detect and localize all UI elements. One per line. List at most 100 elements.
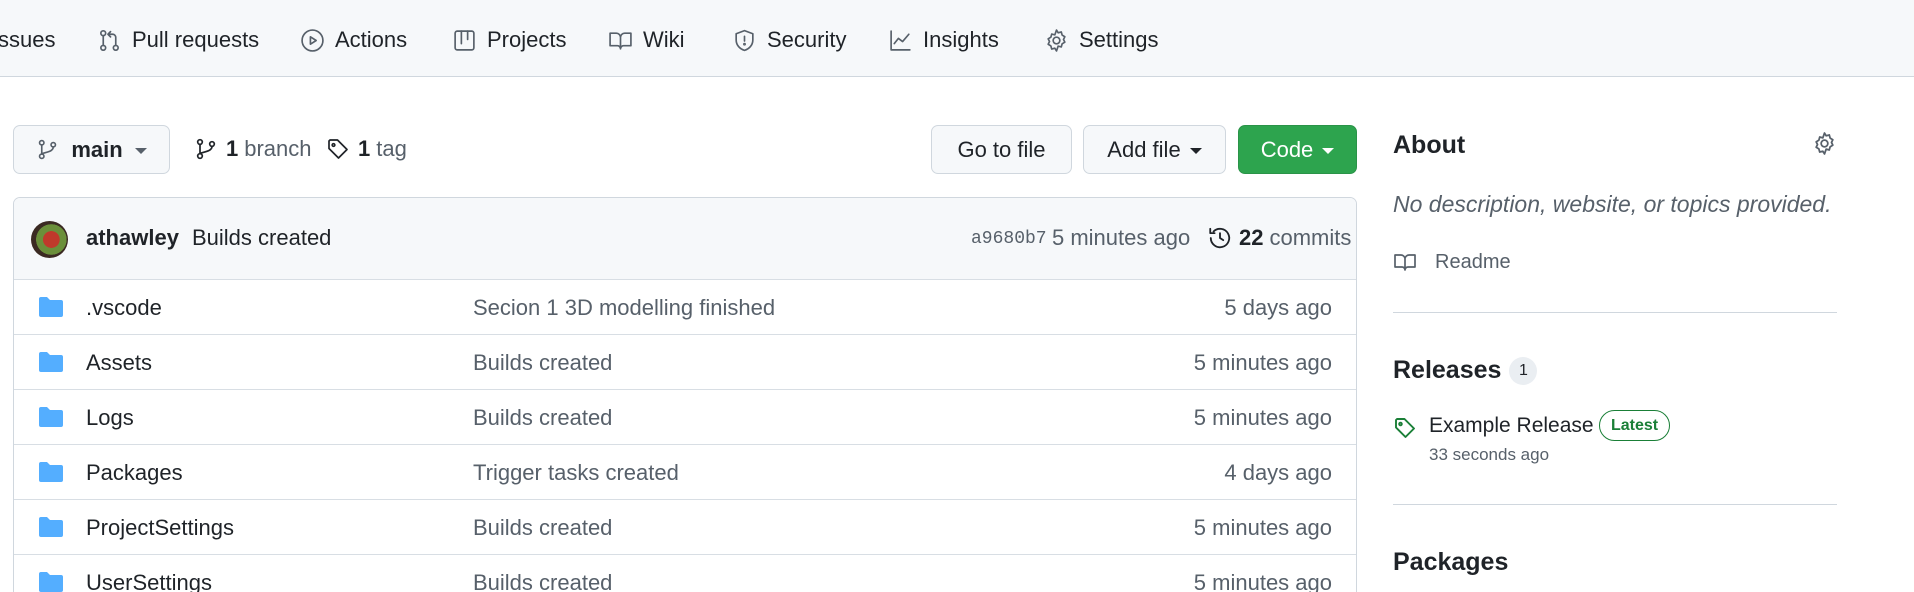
folder-icon [39, 407, 63, 427]
release-time: 33 seconds ago [1429, 445, 1550, 464]
book-icon [1394, 254, 1416, 271]
file-commit-message[interactable]: Builds created [473, 515, 612, 541]
commit-sha[interactable]: a9680b7 [971, 229, 1047, 249]
packages-heading[interactable]: Packages [1393, 548, 1508, 577]
about-heading: About [1393, 131, 1466, 159]
tag-count: 1 [358, 136, 371, 161]
releases-heading[interactable]: Releases 1 [1393, 356, 1538, 386]
latest-badge: Latest [1599, 410, 1671, 441]
branches-link[interactable]: 1 branch [194, 132, 312, 166]
graph-icon [890, 29, 911, 51]
book-icon [609, 31, 632, 50]
file-age: 5 days ago [1224, 295, 1332, 320]
chevron-down-icon [1189, 147, 1202, 154]
commits-link[interactable]: 22 commits [1207, 222, 1351, 254]
chevron-down-icon [1322, 147, 1335, 154]
file-age: 5 minutes ago [1193, 350, 1332, 375]
divider [1393, 504, 1837, 505]
add-file-label: Add file [1107, 136, 1181, 162]
folder-icon [39, 462, 63, 482]
about-description: No description, website, or topics provi… [1393, 191, 1832, 217]
table-row[interactable]: .vscode Secion 1 3D modelling finished 5… [14, 279, 1356, 334]
play-icon [301, 28, 324, 52]
branch-icon [39, 139, 57, 160]
tab-wiki[interactable]: Wiki [608, 20, 685, 60]
tab-security[interactable]: Security [732, 20, 846, 60]
tab-pull-requests[interactable]: Pull requests [97, 20, 259, 60]
tag-icon [328, 139, 348, 159]
tag-label: tag [376, 136, 407, 161]
file-commit-message[interactable]: Builds created [473, 405, 612, 431]
file-name[interactable]: Logs [86, 405, 134, 431]
branch-select-button[interactable]: main [13, 125, 170, 174]
file-age: 5 minutes ago [1193, 515, 1332, 540]
tag-icon [1395, 418, 1415, 438]
tags-link[interactable]: 1 tag [326, 132, 407, 166]
file-commit-message[interactable]: Secion 1 3D modelling finished [473, 295, 775, 321]
tab-actions-label: Actions [335, 27, 408, 52]
readme-label: Readme [1435, 250, 1511, 273]
file-name[interactable]: Packages [86, 460, 183, 486]
gear-icon[interactable] [1812, 131, 1837, 156]
tab-pull-requests-label: Pull requests [132, 27, 260, 52]
branch-label: branch [244, 136, 312, 161]
avatar[interactable] [31, 221, 68, 258]
table-row[interactable]: Logs Builds created 5 minutes ago [14, 389, 1356, 444]
table-row[interactable]: UserSettings Builds created 5 minutes ag… [14, 554, 1356, 592]
tab-projects[interactable]: Projects [452, 20, 566, 60]
file-age: 5 minutes ago [1193, 405, 1332, 430]
file-name[interactable]: ProjectSettings [86, 515, 234, 541]
table-row[interactable]: Packages Trigger tasks created 4 days ag… [14, 444, 1356, 499]
gear-icon [1047, 28, 1066, 52]
divider [1393, 312, 1837, 313]
add-file-button[interactable]: Add file [1083, 125, 1226, 174]
release-name[interactable]: Example Release [1429, 414, 1594, 438]
folder-icon [39, 352, 63, 372]
file-commit-message[interactable]: Builds created [473, 570, 612, 592]
tab-insights[interactable]: Insights [888, 20, 999, 60]
file-commit-message[interactable]: Builds created [473, 350, 612, 376]
commit-time: 5 minutes ago [1052, 225, 1191, 250]
commit-count: 22 [1239, 225, 1264, 250]
tab-projects-label: Projects [487, 27, 567, 52]
branch-icon [196, 138, 216, 160]
history-icon [1209, 227, 1231, 249]
file-age: 5 minutes ago [1193, 570, 1332, 592]
tab-settings-label: Settings [1079, 27, 1159, 52]
repo-nav-bar: ssues Pull requests Actions Projects Wik… [0, 0, 1914, 77]
pull-request-icon [100, 29, 119, 51]
releases-heading-label: Releases [1393, 356, 1502, 384]
readme-link[interactable]: Readme [1393, 248, 1511, 276]
code-label: Code [1260, 136, 1314, 162]
file-name[interactable]: UserSettings [86, 570, 212, 592]
commit-author[interactable]: athawley [86, 225, 179, 251]
chevron-down-icon [134, 147, 147, 154]
table-row[interactable]: ProjectSettings Builds created 5 minutes… [14, 499, 1356, 554]
file-age: 4 days ago [1224, 460, 1332, 485]
file-commit-message[interactable]: Trigger tasks created [473, 460, 679, 486]
folder-icon [39, 517, 63, 537]
tab-actions[interactable]: Actions [300, 20, 407, 60]
folder-icon [39, 297, 63, 317]
file-name[interactable]: Assets [86, 350, 152, 376]
releases-count: 1 [1509, 357, 1538, 386]
go-to-file-button[interactable]: Go to file [931, 125, 1072, 174]
shield-icon [735, 29, 754, 51]
tab-settings[interactable]: Settings [1044, 20, 1159, 60]
go-to-file-label: Go to file [957, 136, 1046, 162]
commit-message[interactable]: Builds created [192, 225, 331, 251]
tab-issues-label: ssues [0, 27, 56, 52]
branch-count: 1 [226, 136, 239, 161]
code-button[interactable]: Code [1238, 125, 1357, 174]
file-listing: athawley Builds created a9680b7 5 minute… [13, 197, 1357, 592]
branch-name: main [71, 136, 123, 162]
tab-insights-label: Insights [923, 27, 999, 52]
tab-wiki-label: Wiki [643, 27, 685, 52]
latest-commit-bar: athawley Builds created a9680b7 5 minute… [14, 198, 1356, 280]
commit-count-label: commits [1269, 225, 1352, 250]
table-row[interactable]: Assets Builds created 5 minutes ago [14, 334, 1356, 389]
table-icon [454, 29, 475, 51]
tab-issues[interactable]: ssues [0, 20, 55, 60]
folder-icon [39, 572, 63, 592]
file-name[interactable]: .vscode [86, 295, 162, 321]
